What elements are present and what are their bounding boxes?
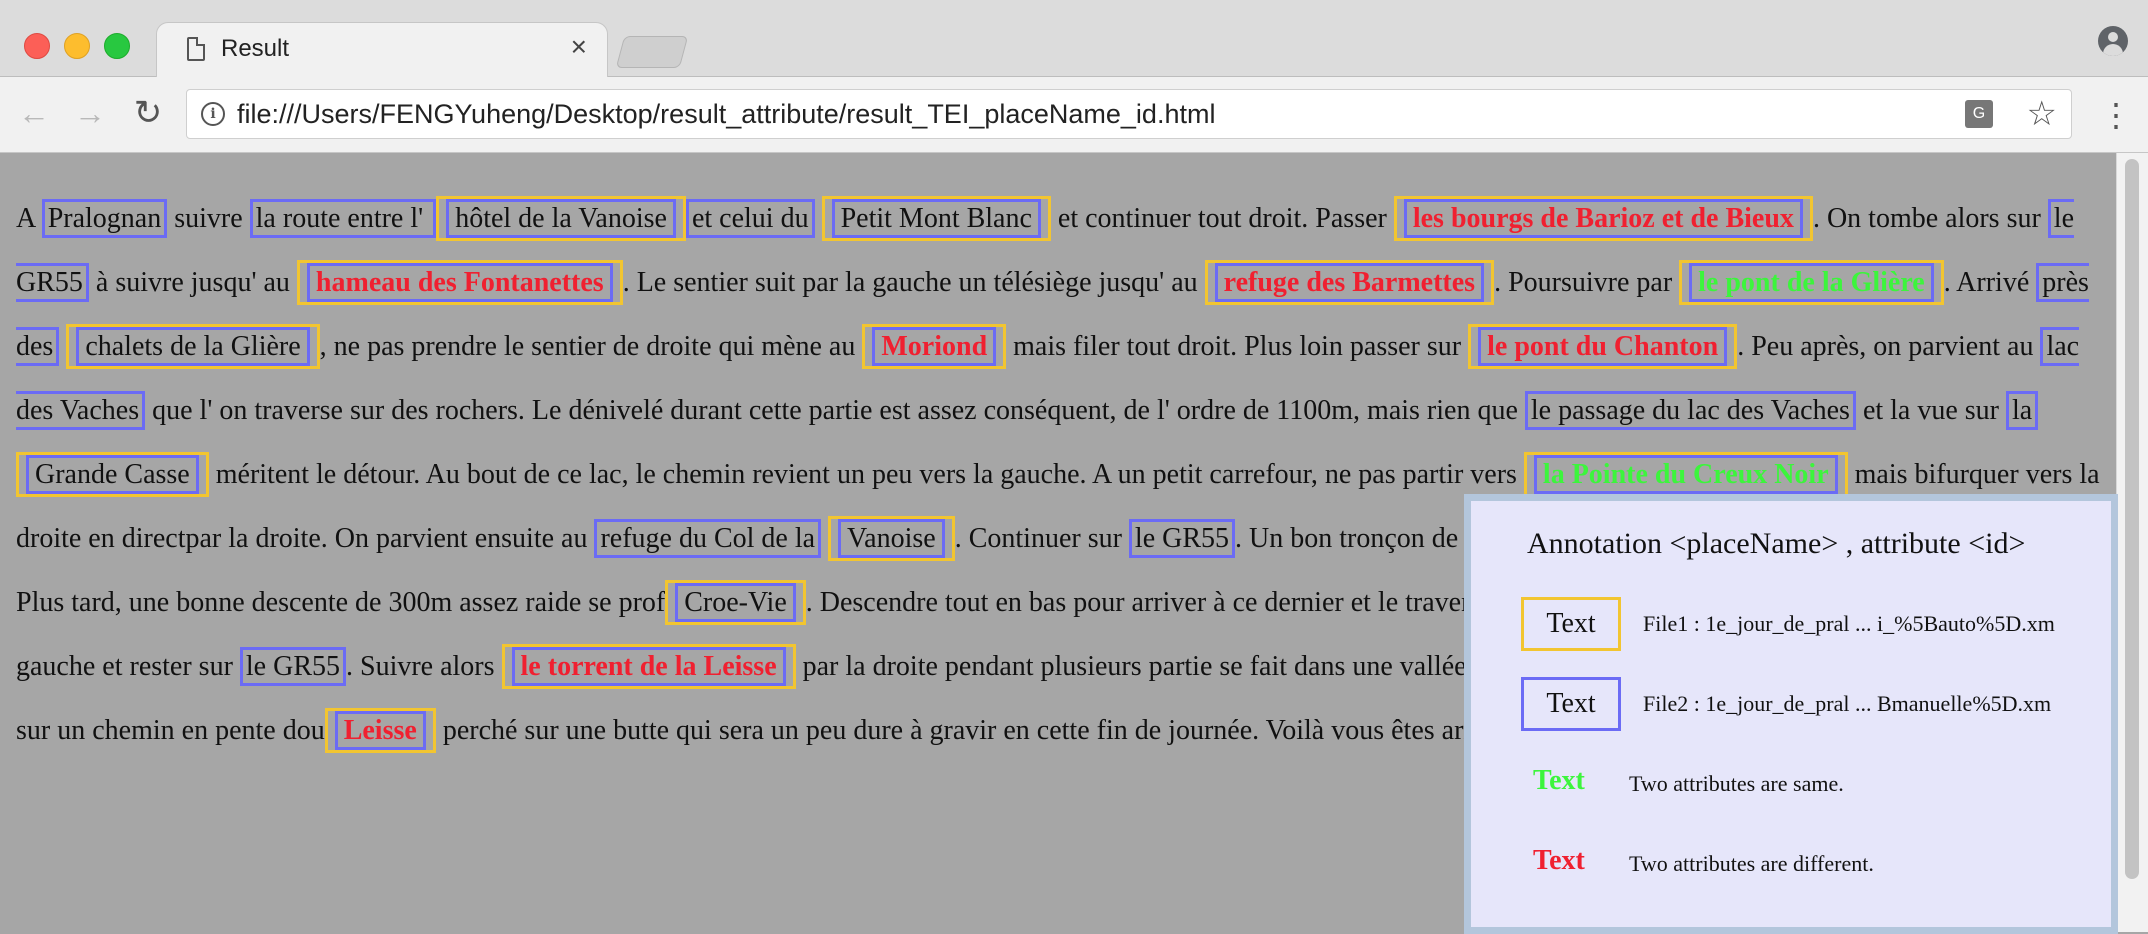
back-icon[interactable]: ←	[14, 93, 54, 133]
placename-different: Moriond	[872, 327, 997, 366]
text-segment: méritent le détour. Au bout de ce lac, l…	[208, 459, 1524, 490]
translate-icon[interactable]: G	[1965, 100, 1993, 128]
legend-label-different: Two attributes are different.	[1629, 851, 1874, 876]
text-segment: . Un bon tronçon de s	[1235, 523, 1477, 554]
legend-label-file2: File2 : 1e_jour_de_pral ... Bmanuelle%5D…	[1643, 691, 2052, 716]
file1-annotation: le pont de la Glière	[1679, 260, 1944, 305]
text-segment	[815, 203, 822, 234]
menu-icon[interactable]: ⋮	[2100, 93, 2132, 137]
text-segment: à suivre jusqu' au	[88, 267, 297, 298]
file1-annotation: hameau des Fontanettes	[296, 260, 623, 305]
file2-annotation: le passage du lac des Vaches	[1524, 391, 1856, 430]
file1-annotation: hôtel de la Vanoise	[436, 196, 686, 241]
placename-same: la Pointe du Creux Noir	[1533, 455, 1838, 494]
text-segment: et la vue sur	[1855, 395, 2006, 426]
legend-label-file1: File1 : 1e_jour_de_pral ... i_%5Bauto%5D…	[1643, 611, 2055, 636]
file1-annotation: Moriond	[862, 324, 1007, 369]
legend-sample-different: Text	[1533, 845, 1585, 876]
placename-annotation: Petit Mont Blanc	[831, 199, 1041, 238]
file1-annotation: Leisse	[324, 708, 436, 753]
placename-annotation: chalets de la Glière	[76, 327, 310, 366]
placename-annotation: hôtel de la Vanoise	[446, 199, 676, 238]
text-segment: . Le sentier suit par la gauche un télés…	[622, 267, 1205, 298]
file1-annotation: Grande Casse	[16, 452, 209, 497]
file1-annotation: Croe-Vie	[665, 580, 806, 625]
text-segment: . On tombe alors sur	[1812, 203, 2048, 234]
placename-different: le pont du Chanton	[1478, 327, 1728, 366]
browser-tab-strip: Result ×	[0, 0, 2148, 78]
text-segment: et continuer tout droit. Passer	[1050, 203, 1394, 234]
placename-different: le torrent de la Leisse	[511, 647, 786, 686]
url-text[interactable]: file:///Users/FENGYuheng/Desktop/result_…	[237, 99, 1215, 130]
placename-different: hameau des Fontanettes	[306, 263, 613, 302]
text-segment: A	[16, 203, 42, 234]
legend-title: Annotation <placeName> , attribute <id>	[1527, 527, 2026, 560]
browser-toolbar: ← → ↻ i file:///Users/FENGYuheng/Desktop…	[0, 77, 2148, 153]
text-segment: , ne pas prendre le sentier de droite qu…	[319, 331, 863, 362]
file2-annotation: le GR55	[1128, 519, 1236, 558]
text-segment: . Suivre alors	[346, 651, 502, 682]
file1-annotation: les bourgs de Barioz et de Bieux	[1393, 196, 1813, 241]
placename-annotation: Croe-Vie	[675, 583, 796, 622]
file1-annotation: le pont du Chanton	[1468, 324, 1738, 369]
text-segment: perché sur une butte qui sera un peu dur…	[435, 715, 1528, 746]
file1-annotation: chalets de la Glière	[66, 324, 320, 369]
legend-sample-same: Text	[1533, 765, 1585, 796]
placename-same: le pont de la Glière	[1689, 263, 1934, 302]
file2-annotation: la route entre l'	[249, 199, 437, 238]
info-icon[interactable]: i	[201, 102, 225, 126]
address-bar[interactable]: i file:///Users/FENGYuheng/Desktop/resul…	[186, 89, 2072, 139]
scrollbar-thumb[interactable]	[2125, 159, 2139, 879]
reload-icon[interactable]: ↻	[128, 93, 168, 133]
text-segment: mais filer tout droit. Plus loin passer …	[1006, 331, 1469, 362]
legend-panel: Annotation <placeName> , attribute <id> …	[1464, 494, 2118, 934]
star-icon[interactable]: ☆	[2027, 94, 2057, 134]
text-segment: . Poursuivre par	[1494, 267, 1680, 298]
file2-annotation: refuge du Col de la	[594, 519, 822, 558]
file2-annotation: et celui du	[685, 199, 815, 238]
placename-different: les bourgs de Barioz et de Bieux	[1403, 199, 1803, 238]
file1-annotation: la Pointe du Creux Noir	[1523, 452, 1848, 497]
close-icon[interactable]: ×	[571, 33, 587, 61]
text-segment: . Arrivé	[1943, 267, 2037, 298]
text-segment: par la droite pendant plusieurs	[795, 651, 1149, 682]
text-segment: par la droite. On parvient ensuite au	[185, 523, 595, 554]
tab-title: Result	[221, 35, 290, 62]
text-segment: suivre	[167, 203, 250, 234]
tab-result[interactable]: Result ×	[156, 22, 608, 78]
text-segment: . Peu après, on parvient au	[1737, 331, 2041, 362]
new-tab-button[interactable]	[615, 36, 689, 68]
file1-annotation: refuge des Barmettes	[1204, 260, 1495, 305]
minimize-window-button[interactable]	[64, 33, 90, 59]
text-segment: que l' on traverse sur des rochers. Le d…	[145, 395, 1525, 426]
file2-annotation: la	[2006, 391, 2039, 430]
vertical-scrollbar[interactable]	[2116, 153, 2148, 932]
file1-annotation: le torrent de la Leisse	[501, 644, 796, 689]
legend-label-same: Two attributes are same.	[1629, 771, 1844, 796]
forward-icon[interactable]: →	[70, 93, 110, 133]
legend-sample-file1: Text	[1521, 597, 1621, 651]
file2-annotation: Pralognan	[41, 199, 168, 238]
placename-annotation: Vanoise	[838, 519, 945, 558]
zoom-window-button[interactable]	[104, 33, 130, 59]
file1-annotation: Petit Mont Blanc	[821, 196, 1051, 241]
close-window-button[interactable]	[24, 33, 50, 59]
placename-different: Leisse	[334, 711, 426, 750]
file1-annotation: Vanoise	[828, 516, 955, 561]
legend-sample-file2: Text	[1521, 677, 1621, 731]
file2-annotation: le GR55	[239, 647, 346, 686]
placename-different: refuge des Barmettes	[1214, 263, 1485, 302]
profile-icon[interactable]	[2098, 26, 2128, 56]
text-segment	[821, 523, 828, 554]
text-segment: . Continuer sur	[954, 523, 1129, 554]
document-icon	[187, 37, 205, 61]
placename-annotation: Grande Casse	[26, 455, 199, 494]
